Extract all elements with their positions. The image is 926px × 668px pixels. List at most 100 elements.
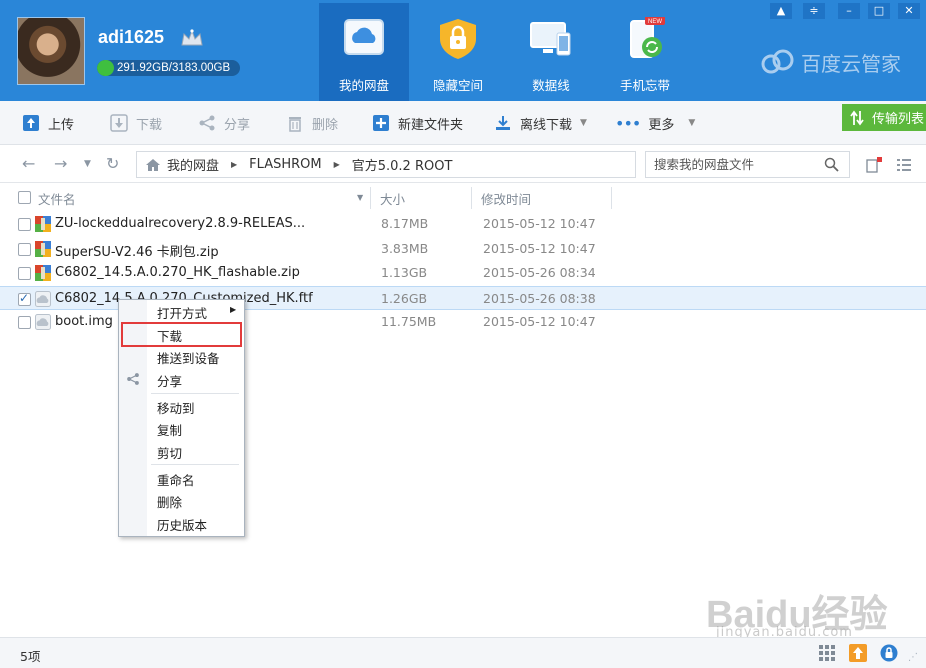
new-folder-icon — [373, 115, 389, 131]
resize-grip-icon[interactable]: ⋰ — [908, 652, 918, 663]
security-lock-icon[interactable] — [880, 644, 898, 662]
file-size: 11.75MB — [381, 314, 437, 329]
column-size[interactable]: 大小 — [380, 189, 405, 208]
history-dropdown-icon[interactable]: ▼ — [84, 159, 91, 169]
share-label: 分享 — [224, 117, 251, 133]
file-row[interactable]: SuperSU-V2.46 卡刷包.zip 3.83MB 2015-05-12 10… — [0, 237, 926, 261]
file-row[interactable]: C6802_14.5.A.0.270_HK_flashable.zip 1.13G… — [0, 261, 926, 285]
file-size: 8.17MB — [381, 216, 429, 231]
upload-label: 上传 — [48, 117, 75, 133]
offline-download-button[interactable]: 离线下载 ▼ — [494, 111, 587, 135]
sort-arrow-icon[interactable]: ▼ — [357, 193, 363, 202]
breadcrumb-item[interactable]: FLASHROM — [249, 157, 321, 172]
menu-item-history[interactable]: 历史版本 — [157, 515, 207, 534]
file-modified: 2015-05-12 10:47 — [483, 314, 596, 329]
nav-hidden-space[interactable]: 隐藏空间 — [413, 3, 503, 101]
monitor-phone-icon — [530, 22, 571, 56]
brand-name: 百度云管家 — [801, 52, 901, 76]
file-size: 1.13GB — [381, 265, 428, 280]
chevron-right-icon: ▶ — [230, 305, 237, 314]
file-name[interactable]: ZU-lockeddualrecovery2.8.9-RELEAS... — [55, 216, 305, 231]
breadcrumb-item[interactable]: 官方5.0.2 ROOT — [352, 155, 453, 174]
menu-item-cut[interactable]: 剪切 — [157, 443, 182, 462]
new-folder-button[interactable]: 新建文件夹 — [372, 111, 463, 135]
column-divider[interactable] — [611, 187, 612, 209]
column-modified[interactable]: 修改时间 — [481, 189, 531, 208]
more-label: 更多 — [648, 117, 675, 133]
search-placeholder: 搜索我的网盘文件 — [654, 157, 755, 172]
file-list-header: 文件名 ▼ 大小 修改时间 — [0, 183, 926, 211]
grid-view-icon[interactable] — [818, 644, 836, 662]
column-name[interactable]: 文件名 — [38, 189, 76, 208]
baidu-cloud-logo-icon — [761, 49, 794, 74]
new-folder-label: 新建文件夹 — [398, 117, 464, 133]
menu-item-copy[interactable]: 复制 — [157, 420, 182, 439]
nav-label: 我的网盘 — [338, 78, 389, 93]
column-divider[interactable] — [471, 187, 472, 209]
file-modified: 2015-05-12 10:47 — [483, 216, 596, 231]
item-count: 5项 — [20, 649, 41, 664]
menu-item-rename[interactable]: 重命名 — [157, 470, 195, 489]
upload-button[interactable]: 上传 — [22, 111, 74, 135]
quota-text: 291.92GB/3183.00GB — [117, 62, 231, 74]
avatar[interactable] — [17, 17, 85, 85]
minimize-icon[interactable]: – — [838, 3, 860, 19]
username: adi1625 — [98, 27, 165, 47]
upload-status-icon[interactable] — [849, 644, 867, 662]
address-bar: ← → ▼ ↻ 我的网盘 ▶ FLASHROM ▶ 官方5.0.2 ROOT 搜… — [0, 145, 926, 183]
skin-icon[interactable]: ▲ — [770, 3, 792, 19]
delete-label: 删除 — [312, 117, 339, 133]
list-view-toggle-icon[interactable] — [866, 157, 882, 173]
row-checkbox[interactable] — [18, 218, 31, 231]
row-checkbox[interactable] — [18, 316, 31, 329]
close-icon[interactable]: ✕ — [898, 3, 920, 19]
share-button[interactable]: 分享 — [198, 111, 250, 135]
file-row[interactable]: ZU-lockeddualrecovery2.8.9-RELEAS... 8.17… — [0, 212, 926, 236]
file-size: 1.26GB — [381, 290, 428, 306]
transfer-list-button[interactable]: 传输列表 — [842, 104, 926, 131]
nav-data-cable[interactable]: 数据线 — [506, 3, 596, 101]
menu-icon[interactable]: ≑ — [803, 3, 825, 19]
forward-arrow-icon[interactable]: → — [54, 154, 67, 173]
row-checkbox[interactable] — [18, 291, 31, 306]
menu-item-open-with[interactable]: 打开方式 — [157, 303, 207, 322]
chevron-right-icon[interactable]: ▶ — [231, 160, 237, 169]
nav-label: 隐藏空间 — [432, 78, 483, 93]
menu-item-share[interactable]: 分享 — [157, 371, 182, 390]
nav-phone-forgot[interactable]: NEW 手机忘带 — [600, 3, 690, 101]
chevron-right-icon[interactable]: ▶ — [334, 160, 340, 169]
menu-item-push-to-device[interactable]: 推送到设备 — [157, 348, 220, 367]
download-button[interactable]: 下载 — [110, 111, 162, 135]
search-input[interactable]: 搜索我的网盘文件 — [645, 151, 850, 178]
delete-button[interactable]: 删除 — [286, 111, 338, 135]
generic-file-icon — [35, 314, 51, 330]
more-button[interactable]: ••• 更多 ▼ — [615, 111, 695, 135]
download-highlight-box — [121, 322, 242, 347]
menu-item-delete[interactable]: 删除 — [157, 492, 182, 511]
column-divider[interactable] — [370, 187, 371, 209]
share-icon — [199, 115, 215, 131]
row-checkbox[interactable] — [18, 267, 31, 280]
nav-my-drive[interactable]: 我的网盘 — [319, 3, 409, 101]
row-checkbox[interactable] — [18, 242, 31, 256]
menu-item-move-to[interactable]: 移动到 — [157, 398, 195, 417]
home-icon[interactable] — [145, 158, 161, 172]
nav-label: 手机忘带 — [619, 78, 670, 93]
refresh-icon[interactable]: ↻ — [106, 154, 119, 173]
file-name[interactable]: C6802_14.5.A.0.270_HK_flashable.zip — [55, 265, 300, 280]
maximize-icon[interactable]: □ — [868, 3, 890, 19]
file-name[interactable]: SuperSU-V2.46 卡刷包.zip — [55, 241, 219, 260]
trash-icon — [289, 117, 301, 132]
select-all-checkbox[interactable] — [18, 191, 31, 204]
generic-file-icon — [35, 290, 51, 307]
detail-list-icon[interactable] — [896, 157, 912, 173]
lock-safe-icon — [440, 19, 476, 59]
file-modified: 2015-05-26 08:38 — [483, 290, 596, 306]
more-dots-icon: ••• — [615, 113, 641, 133]
search-icon[interactable] — [824, 157, 839, 172]
breadcrumb-item[interactable]: 我的网盘 — [167, 155, 219, 174]
file-size: 3.83MB — [381, 240, 429, 256]
back-arrow-icon[interactable]: ← — [22, 154, 35, 173]
file-modified: 2015-05-26 08:34 — [483, 265, 596, 280]
file-name[interactable]: boot.img — [55, 314, 113, 329]
